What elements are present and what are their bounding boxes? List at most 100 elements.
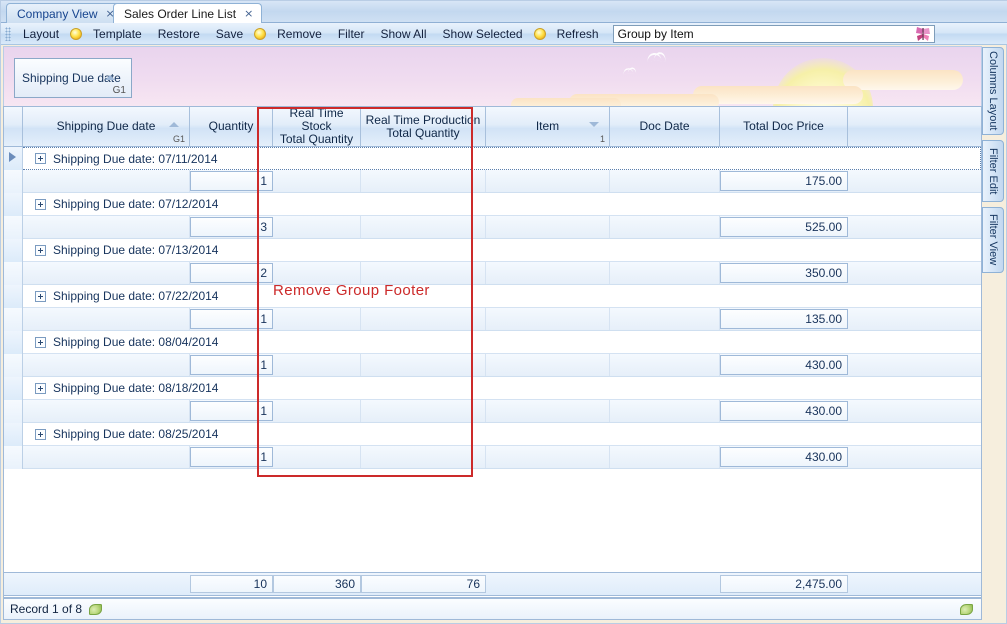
column-header-real-time-production-total-quantity[interactable]: Real Time Production Total Quantity: [361, 107, 486, 146]
cell-doc-date[interactable]: [610, 446, 720, 468]
sort-ascending-icon[interactable]: [169, 122, 179, 127]
leaf-nav-icon[interactable]: [89, 603, 103, 615]
cell-quantity[interactable]: 3: [190, 217, 273, 237]
cell-quantity[interactable]: 1: [190, 447, 273, 467]
table-row-content[interactable]: 1 175.00: [23, 170, 981, 193]
row-indicator-cell[interactable]: [4, 400, 23, 423]
cell-production-qty[interactable]: [361, 262, 486, 284]
cell-doc-date[interactable]: [610, 400, 720, 422]
cell-quantity[interactable]: 1: [190, 171, 273, 191]
row-indicator-cell[interactable]: [4, 354, 23, 377]
cell-stock-qty[interactable]: [273, 308, 361, 330]
table-row-content[interactable]: 1 430.00: [23, 400, 981, 423]
table-row[interactable]: 2 350.00: [4, 262, 981, 285]
cell-quantity[interactable]: 1: [190, 309, 273, 329]
tab-company-view[interactable]: Company View ×: [6, 3, 124, 23]
cell-item[interactable]: [486, 216, 610, 238]
table-row[interactable]: 1 430.00: [4, 354, 981, 377]
column-header-total-doc-price[interactable]: Total Doc Price: [720, 107, 848, 146]
group-row[interactable]: Shipping Due date: 07/12/2014: [4, 193, 981, 216]
expand-icon[interactable]: [35, 336, 46, 348]
filter-button[interactable]: Filter: [330, 24, 373, 44]
cell-shipping-due-date[interactable]: [23, 170, 190, 192]
expand-icon[interactable]: [35, 153, 46, 164]
table-row[interactable]: 1 430.00: [4, 446, 981, 469]
column-header-item[interactable]: Item 1: [486, 107, 610, 146]
cell-stock-qty[interactable]: [273, 216, 361, 238]
group-row[interactable]: Shipping Due date: 07/11/2014: [4, 147, 981, 170]
column-header-quantity[interactable]: Quantity: [190, 107, 273, 146]
cell-quantity[interactable]: 1: [190, 355, 273, 375]
cell-total-doc-price[interactable]: 430.00: [720, 355, 848, 375]
layout-name-input[interactable]: Group by Item: [612, 24, 935, 43]
table-row[interactable]: 3 525.00: [4, 216, 981, 239]
butterfly-icon[interactable]: [915, 26, 931, 42]
cell-item[interactable]: [486, 446, 610, 468]
cell-item[interactable]: [486, 354, 610, 376]
row-indicator-cell[interactable]: [4, 239, 23, 262]
table-row-content[interactable]: 1 430.00: [23, 354, 981, 377]
template-button[interactable]: Template: [85, 24, 150, 44]
cell-total-doc-price[interactable]: 350.00: [720, 263, 848, 283]
leaf-nav-icon[interactable]: [960, 603, 973, 615]
cell-quantity[interactable]: 1: [190, 401, 273, 421]
restore-button[interactable]: Restore: [150, 24, 208, 44]
table-row[interactable]: 1 175.00: [4, 170, 981, 193]
group-row-content[interactable]: Shipping Due date: 08/25/2014: [23, 423, 981, 446]
group-row-content[interactable]: Shipping Due date: 08/04/2014: [23, 331, 981, 354]
cell-total-doc-price[interactable]: 430.00: [720, 447, 848, 467]
row-indicator-cell[interactable]: [4, 170, 23, 193]
table-row-content[interactable]: 1 135.00: [23, 308, 981, 331]
row-indicator-cell[interactable]: [4, 193, 23, 216]
side-tab-columns-layout[interactable]: Columns Layout: [982, 47, 1004, 135]
sort-descending-icon[interactable]: [589, 122, 599, 127]
save-button[interactable]: Save: [208, 24, 251, 44]
cell-stock-qty[interactable]: [273, 262, 361, 284]
group-row[interactable]: Shipping Due date: 08/04/2014: [4, 331, 981, 354]
cell-total-doc-price[interactable]: 430.00: [720, 401, 848, 421]
cell-total-doc-price[interactable]: 525.00: [720, 217, 848, 237]
cell-doc-date[interactable]: [610, 170, 720, 192]
table-row-content[interactable]: 1 430.00: [23, 446, 981, 469]
side-tab-filter-view[interactable]: Filter View: [982, 207, 1004, 273]
tab-sales-order-line-list[interactable]: Sales Order Line List ×: [113, 3, 263, 23]
table-row[interactable]: 1 135.00: [4, 308, 981, 331]
group-row-content[interactable]: Shipping Due date: 07/12/2014: [23, 193, 981, 216]
group-row[interactable]: Shipping Due date: 07/22/2014: [4, 285, 981, 308]
cell-doc-date[interactable]: [610, 216, 720, 238]
cell-item[interactable]: [486, 170, 610, 192]
table-row[interactable]: 1 430.00: [4, 400, 981, 423]
group-row[interactable]: Shipping Due date: 07/13/2014: [4, 239, 981, 262]
expand-icon[interactable]: [35, 244, 46, 256]
side-tab-filter-edit[interactable]: Filter Edit: [982, 140, 1004, 202]
cell-quantity[interactable]: 2: [190, 263, 273, 283]
cell-shipping-due-date[interactable]: [23, 262, 190, 284]
row-indicator-cell[interactable]: [4, 446, 23, 469]
row-indicator-cell[interactable]: [4, 147, 23, 170]
refresh-button[interactable]: Refresh: [549, 24, 607, 44]
cell-item[interactable]: [486, 400, 610, 422]
cell-shipping-due-date[interactable]: [23, 216, 190, 238]
group-row-content[interactable]: Shipping Due date: 07/22/2014: [23, 285, 981, 308]
expand-icon[interactable]: [35, 198, 46, 210]
expand-icon[interactable]: [35, 290, 46, 302]
group-by-panel[interactable]: Shipping Due date G1: [3, 46, 982, 106]
column-header-real-time-stock-total-quantity[interactable]: Real Time Stock Total Quantity: [273, 107, 361, 146]
cell-shipping-due-date[interactable]: [23, 446, 190, 468]
group-row-content[interactable]: Shipping Due date: 07/13/2014: [23, 239, 981, 262]
row-indicator-cell[interactable]: [4, 262, 23, 285]
cell-production-qty[interactable]: [361, 446, 486, 468]
close-icon[interactable]: ×: [244, 8, 253, 19]
table-row-content[interactable]: 3 525.00: [23, 216, 981, 239]
cell-doc-date[interactable]: [610, 354, 720, 376]
cell-stock-qty[interactable]: [273, 170, 361, 192]
cell-stock-qty[interactable]: [273, 446, 361, 468]
cell-shipping-due-date[interactable]: [23, 354, 190, 376]
cell-shipping-due-date[interactable]: [23, 400, 190, 422]
toolbar-drag-handle[interactable]: [5, 26, 11, 41]
group-row[interactable]: Shipping Due date: 08/18/2014: [4, 377, 981, 400]
group-row[interactable]: Shipping Due date: 08/25/2014: [4, 423, 981, 446]
cell-stock-qty[interactable]: [273, 354, 361, 376]
group-row-content[interactable]: Shipping Due date: 08/18/2014: [23, 377, 981, 400]
row-indicator-cell[interactable]: [4, 308, 23, 331]
